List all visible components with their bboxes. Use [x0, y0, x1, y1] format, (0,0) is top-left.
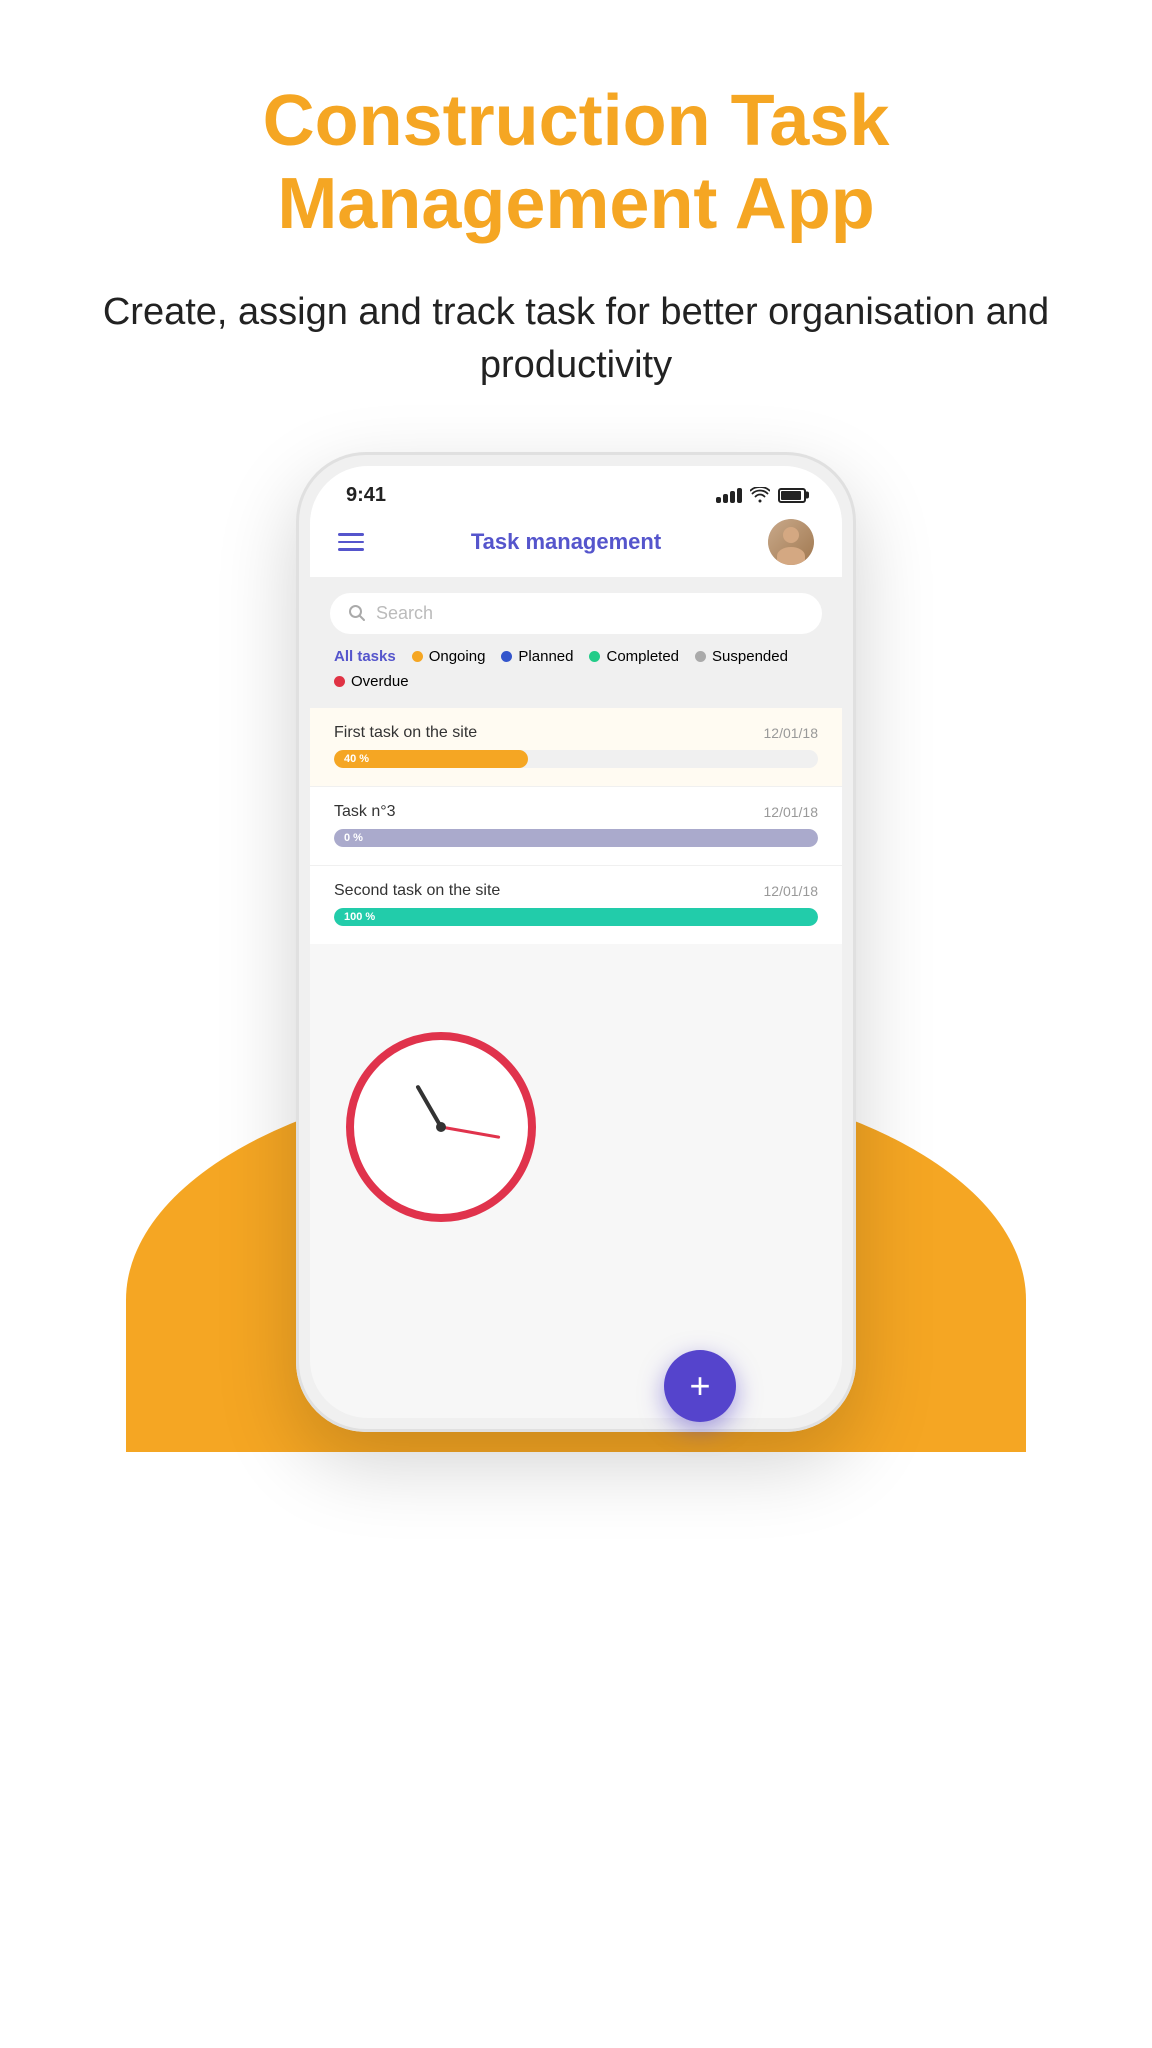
filter-all-tasks[interactable]: All tasks — [334, 648, 396, 665]
filter-planned[interactable]: Planned — [501, 648, 573, 665]
progress-fill-3: 100 % — [334, 908, 818, 926]
task-date-3: 12/01/18 — [764, 883, 819, 899]
signal-icon — [716, 488, 742, 503]
page-wrapper: Construction Task Management App Create,… — [0, 0, 1152, 2048]
fab-plus-icon: + — [689, 1368, 710, 1404]
clock-face — [361, 1047, 521, 1207]
overdue-dot — [334, 676, 345, 687]
filter-section: Search All tasks Ongoing Planned — [310, 577, 842, 708]
battery-icon — [778, 488, 806, 503]
filter-suspended[interactable]: Suspended — [695, 648, 788, 665]
progress-label-1: 40 % — [344, 753, 369, 765]
hamburger-button[interactable] — [338, 533, 364, 551]
overdue-label: Overdue — [351, 673, 409, 690]
task-date-1: 12/01/18 — [764, 725, 819, 741]
search-placeholder: Search — [376, 603, 433, 624]
task-header-3: Second task on the site 12/01/18 — [334, 882, 818, 900]
table-row[interactable]: First task on the site 12/01/18 40 % — [310, 708, 842, 787]
progress-fill-2: 0 % — [334, 829, 818, 847]
task-list: First task on the site 12/01/18 40 % Tas — [310, 708, 842, 944]
planned-label: Planned — [518, 648, 573, 665]
task-name-2: Task n°3 — [334, 803, 396, 821]
search-bar[interactable]: Search — [330, 593, 822, 634]
progress-bar-3: 100 % — [334, 908, 818, 926]
status-time: 9:41 — [346, 484, 386, 507]
progress-bar-2: 0 % — [334, 829, 818, 847]
task-name-1: First task on the site — [334, 724, 477, 742]
suspended-dot — [695, 651, 706, 662]
ongoing-dot — [412, 651, 423, 662]
completed-label: Completed — [606, 648, 679, 665]
suspended-label: Suspended — [712, 648, 788, 665]
filter-overdue[interactable]: Overdue — [334, 673, 409, 690]
app-header-title: Task management — [471, 529, 661, 555]
wifi-icon — [750, 487, 770, 503]
progress-bar-1: 40 % — [334, 750, 818, 768]
clock-center — [436, 1122, 446, 1132]
app-subtitle: Create, assign and track task for better… — [0, 286, 1152, 392]
ongoing-label: Ongoing — [429, 648, 486, 665]
phone-shell: 9:41 — [296, 452, 856, 1432]
planned-dot — [501, 651, 512, 662]
task-name-3: Second task on the site — [334, 882, 500, 900]
fab-add-button[interactable]: + — [664, 1350, 736, 1422]
task-date-2: 12/01/18 — [764, 804, 819, 820]
progress-label-2: 0 % — [344, 832, 363, 844]
clock-minute-hand — [441, 1125, 501, 1138]
avatar[interactable] — [768, 519, 814, 565]
progress-label-3: 100 % — [344, 911, 375, 923]
completed-dot — [589, 651, 600, 662]
clock-decoration — [346, 1032, 536, 1222]
filter-completed[interactable]: Completed — [589, 648, 679, 665]
phone-mockup: 9:41 — [296, 452, 856, 1452]
task-header-2: Task n°3 12/01/18 — [334, 803, 818, 821]
task-header-1: First task on the site 12/01/18 — [334, 724, 818, 742]
phone-inner: 9:41 — [310, 466, 842, 1418]
filter-ongoing[interactable]: Ongoing — [412, 648, 486, 665]
app-title: Construction Task Management App — [0, 80, 1152, 246]
filter-tags: All tasks Ongoing Planned Completed — [330, 648, 822, 690]
search-icon — [348, 604, 366, 622]
app-header: Task management — [310, 507, 842, 577]
table-row[interactable]: Task n°3 12/01/18 0 % — [310, 787, 842, 866]
table-row[interactable]: Second task on the site 12/01/18 100 % — [310, 866, 842, 944]
progress-fill-1: 40 % — [334, 750, 528, 768]
status-icons — [716, 487, 806, 503]
status-bar: 9:41 — [310, 466, 842, 507]
